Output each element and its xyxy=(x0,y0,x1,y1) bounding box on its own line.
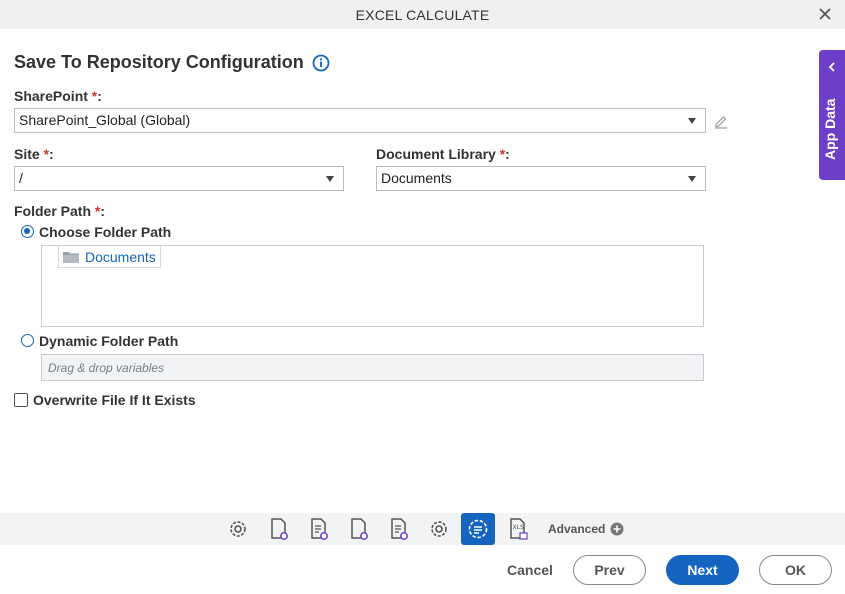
choose-folder-path-label[interactable]: Choose Folder Path xyxy=(39,224,171,240)
document-library-select-value: Documents xyxy=(381,170,452,186)
choose-folder-path-radio[interactable] xyxy=(21,225,34,238)
ok-button[interactable]: OK xyxy=(759,555,832,585)
prev-button[interactable]: Prev xyxy=(573,555,646,585)
repository-gear-glyph xyxy=(468,519,488,539)
folder-path-label-text: Folder Path xyxy=(14,203,92,219)
sharepoint-select-value: SharePoint_Global (Global) xyxy=(19,112,191,128)
sharepoint-select[interactable]: SharePoint_Global (Global) xyxy=(14,108,706,133)
document-library-label-text: Document Library xyxy=(376,146,496,162)
app-data-tab[interactable]: App Data xyxy=(819,50,845,180)
folder-icon xyxy=(63,251,79,263)
label-colon: : xyxy=(49,146,54,162)
site-label: Site *: xyxy=(14,146,54,162)
site-label-text: Site xyxy=(14,146,40,162)
folder-path-label: Folder Path *: xyxy=(14,203,105,219)
plus-circle-icon xyxy=(610,522,624,536)
xls-icon[interactable]: XLS xyxy=(505,516,531,542)
svg-text:XLS: XLS xyxy=(513,524,524,531)
document-list-gear-glyph xyxy=(311,518,328,540)
page-title: Save To Repository Configuration xyxy=(14,52,330,73)
sharepoint-label: SharePoint *: xyxy=(14,88,102,104)
site-select[interactable]: / xyxy=(14,166,344,191)
xls-glyph: XLS xyxy=(510,518,528,540)
edit-pencil-icon[interactable] xyxy=(713,113,729,129)
advanced-label: Advanced xyxy=(548,522,606,536)
overwrite-label[interactable]: Overwrite File If It Exists xyxy=(33,392,196,408)
document-gear-icon[interactable] xyxy=(346,516,372,542)
sharepoint-label-text: SharePoint xyxy=(14,88,88,104)
chevron-left-icon xyxy=(828,62,835,72)
dynamic-folder-path-label[interactable]: Dynamic Folder Path xyxy=(39,333,178,349)
document-library-select[interactable]: Documents xyxy=(376,166,706,191)
gear-glyph xyxy=(431,521,447,537)
folder-tree[interactable]: Documents xyxy=(41,245,704,327)
document-gear-icon[interactable] xyxy=(266,516,292,542)
step-toolbar: XLS Advanced xyxy=(0,513,845,545)
cancel-button[interactable]: Cancel xyxy=(500,555,560,585)
dynamic-folder-path-input[interactable]: Drag & drop variables xyxy=(41,354,704,381)
next-button[interactable]: Next xyxy=(666,555,739,585)
folder-tree-item-label: Documents xyxy=(85,248,156,265)
title-bar: EXCEL CALCULATE xyxy=(0,0,845,29)
overwrite-checkbox[interactable] xyxy=(14,393,28,407)
document-gear-glyph xyxy=(271,518,288,540)
site-select-value: / xyxy=(19,170,23,186)
label-colon: : xyxy=(505,146,510,162)
chevron-down-icon xyxy=(326,176,334,182)
repository-gear-icon[interactable] xyxy=(461,513,495,545)
info-icon[interactable] xyxy=(312,54,330,72)
dynamic-folder-path-radio[interactable] xyxy=(21,334,34,347)
document-list-gear-icon[interactable] xyxy=(386,516,412,542)
document-gear-glyph xyxy=(351,518,368,540)
folder-tree-item-documents[interactable]: Documents xyxy=(58,246,161,268)
gear-glyph xyxy=(230,521,246,537)
page-title-text: Save To Repository Configuration xyxy=(14,52,304,72)
label-colon: : xyxy=(97,88,102,104)
label-colon: : xyxy=(100,203,106,219)
app-data-label: App Data xyxy=(822,98,838,160)
advanced-button[interactable]: Advanced xyxy=(548,522,624,536)
document-library-label: Document Library *: xyxy=(376,146,510,162)
chevron-down-icon xyxy=(688,176,696,182)
document-list-gear-glyph xyxy=(391,518,408,540)
window-title: EXCEL CALCULATE xyxy=(355,6,490,23)
gear-icon[interactable] xyxy=(426,516,452,542)
document-list-gear-icon[interactable] xyxy=(306,516,332,542)
chevron-down-icon xyxy=(688,118,696,124)
gear-icon[interactable] xyxy=(225,516,251,542)
close-icon[interactable] xyxy=(817,6,833,22)
